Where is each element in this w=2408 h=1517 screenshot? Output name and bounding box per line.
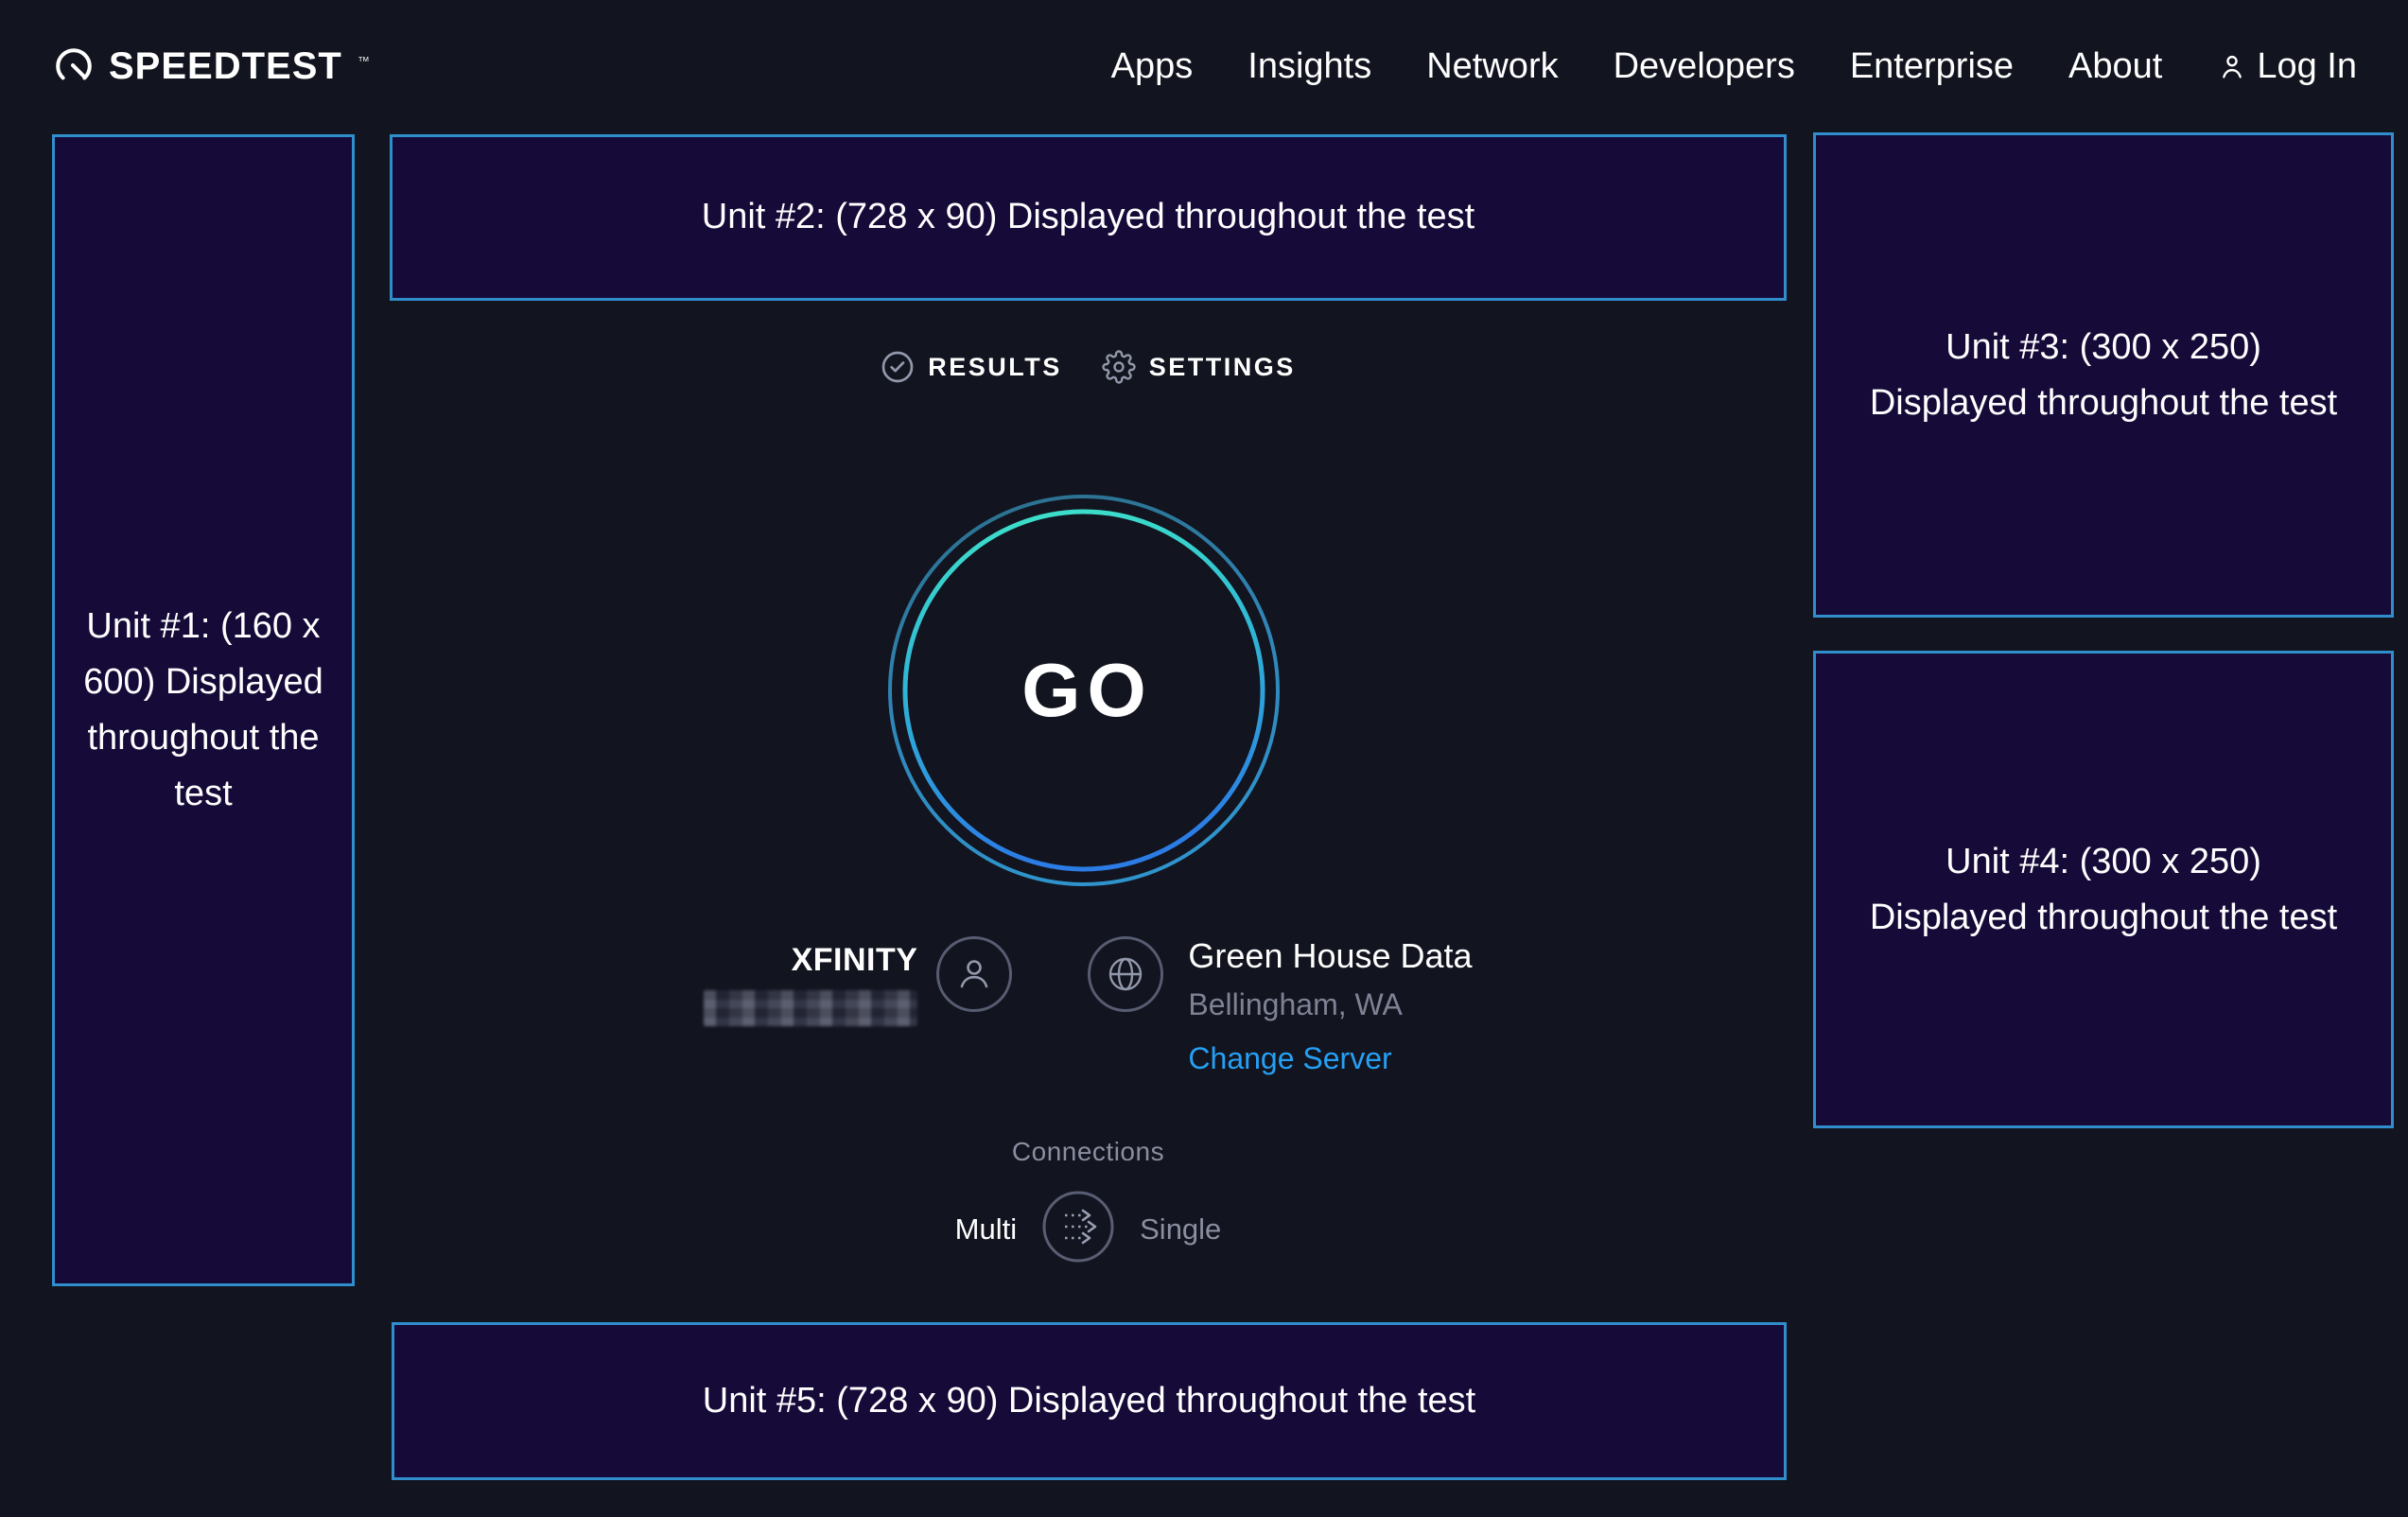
- ad-unit-3-text: Unit #3: (300 x 250) Displayed throughou…: [1863, 320, 2344, 431]
- ad-unit-2-text: Unit #2: (728 x 90) Displayed throughout…: [698, 196, 1478, 239]
- tab-settings-label: SETTINGS: [1149, 353, 1296, 382]
- person-icon: [953, 953, 995, 995]
- ad-unit-5-text: Unit #5: (728 x 90) Displayed throughout…: [699, 1380, 1479, 1423]
- nav-item-insights[interactable]: Insights: [1248, 46, 1371, 87]
- isp-avatar: [936, 936, 1012, 1012]
- nav-item-enterprise[interactable]: Enterprise: [1850, 46, 2014, 87]
- check-circle-icon: [881, 350, 915, 384]
- server-block: Green House Data Bellingham, WA Change S…: [1188, 936, 1472, 1076]
- isp-name: XFINITY: [792, 942, 918, 979]
- isp-ip-redacted: [704, 990, 917, 1026]
- nav-item-developers[interactable]: Developers: [1614, 46, 1795, 87]
- connections-toggle[interactable]: [1041, 1190, 1115, 1268]
- ad-unit-3: Unit #3: (300 x 250) Displayed throughou…: [1813, 132, 2394, 618]
- logo-text: SPEEDTEST: [109, 45, 342, 88]
- go-label: GO: [1015, 647, 1152, 734]
- tabs-bar: RESULTS SETTINGS: [390, 340, 1787, 393]
- user-icon: [2217, 51, 2247, 81]
- ad-unit-4-text: Unit #4: (300 x 250) Displayed throughou…: [1863, 834, 2344, 946]
- main-nav: Apps Insights Network Developers Enterpr…: [1111, 46, 2357, 87]
- tab-results-label: RESULTS: [928, 353, 1062, 382]
- multi-connection-icon: [1041, 1190, 1115, 1264]
- speedtest-gauge-icon: [52, 44, 96, 88]
- change-server-link[interactable]: Change Server: [1188, 1041, 1391, 1076]
- server-location: Bellingham, WA: [1188, 987, 1402, 1022]
- nav-item-about[interactable]: About: [2068, 46, 2162, 87]
- connections-section: Connections Multi Single: [390, 1137, 1787, 1268]
- nav-item-apps[interactable]: Apps: [1111, 46, 1194, 87]
- globe-icon: [1105, 953, 1146, 995]
- connections-label: Connections: [1012, 1137, 1164, 1167]
- gear-icon: [1102, 350, 1136, 384]
- ad-unit-4: Unit #4: (300 x 250) Displayed throughou…: [1813, 651, 2394, 1128]
- ad-unit-1-text: Unit #1: (160 x 600) Displayed throughou…: [55, 599, 352, 822]
- logo[interactable]: SPEEDTEST ™: [52, 44, 370, 88]
- isp-block: XFINITY: [704, 942, 917, 1026]
- tab-settings[interactable]: SETTINGS: [1102, 350, 1296, 384]
- server-avatar: [1088, 936, 1163, 1012]
- connections-option-multi[interactable]: Multi: [955, 1212, 1017, 1247]
- ad-unit-2: Unit #2: (728 x 90) Displayed throughout…: [390, 134, 1787, 301]
- isp-server-row: XFINITY Green House Data Bellingham, WA …: [390, 936, 1787, 1076]
- login-label: Log In: [2257, 46, 2357, 87]
- nav-item-network[interactable]: Network: [1426, 46, 1558, 87]
- tab-results[interactable]: RESULTS: [881, 350, 1062, 384]
- connections-option-single[interactable]: Single: [1140, 1212, 1221, 1247]
- server-name: Green House Data: [1188, 936, 1472, 976]
- ad-unit-5: Unit #5: (728 x 90) Displayed throughout…: [392, 1322, 1787, 1480]
- speedtest-page: SPEEDTEST ™ Apps Insights Network Develo…: [0, 0, 2408, 1517]
- connections-row: Multi Single: [955, 1190, 1222, 1268]
- logo-trademark: ™: [358, 54, 370, 68]
- login-link[interactable]: Log In: [2217, 46, 2357, 87]
- header: SPEEDTEST ™ Apps Insights Network Develo…: [0, 0, 2408, 132]
- go-button[interactable]: GO: [887, 494, 1281, 887]
- ad-unit-1: Unit #1: (160 x 600) Displayed throughou…: [52, 134, 355, 1286]
